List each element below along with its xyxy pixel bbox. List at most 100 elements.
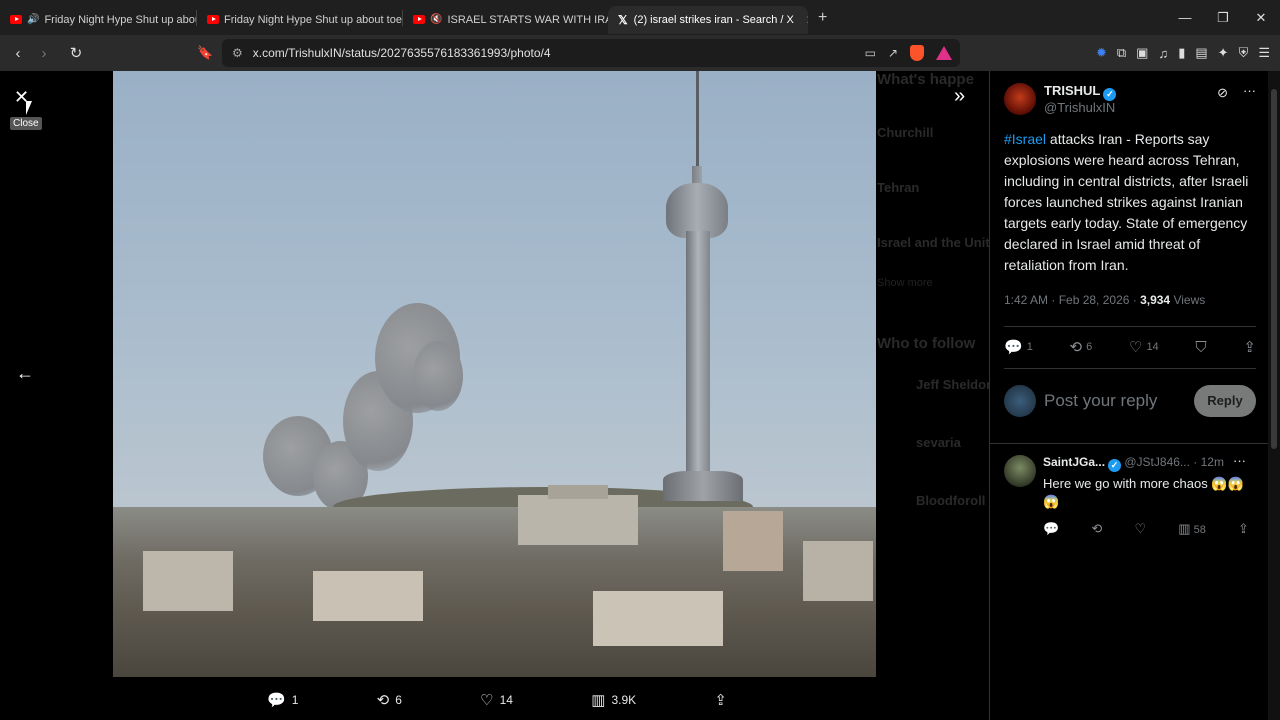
divider: [1004, 368, 1256, 369]
extension-gear-icon[interactable]: ✹: [1096, 45, 1107, 61]
tab-2[interactable]: Friday Night Hype Shut up about toe: [197, 6, 402, 34]
previous-photo-icon[interactable]: ←: [16, 363, 34, 384]
reload-icon[interactable]: ↻: [64, 44, 88, 62]
restore-icon[interactable]: ❐: [1204, 10, 1242, 26]
browser-tab-bar: 🔊 Friday Night Hype Shut up about Friday…: [0, 0, 1280, 35]
author-handle[interactable]: @TrishulxIN: [1044, 100, 1115, 115]
tab-close-icon[interactable]: ✕: [806, 13, 808, 27]
tweet-meta: 1:42 AM · Feb 28, 2026 · 3,934 Views: [1004, 293, 1205, 307]
tweet-timestamp[interactable]: 1:42 AM · Feb 28, 2026 ·: [1004, 293, 1140, 307]
building: [803, 541, 873, 601]
tab-4-active[interactable]: 𝕏 (2) israel strikes iran - Search / X ✕: [608, 5, 808, 34]
smoke-plume: [413, 341, 463, 411]
youtube-icon: [207, 15, 219, 24]
author-name[interactable]: TRISHUL ✓: [1044, 83, 1117, 101]
extension-icons: ✹ ⧉ ▣ ♫ ▮ ▤ ✦ ⛨ ☰: [1096, 35, 1270, 71]
brave-rewards-icon[interactable]: [936, 46, 952, 60]
cast-icon[interactable]: ▭: [865, 46, 876, 60]
reply-tweet[interactable]: SaintJGa... ✓ @JStJ846... · 12m ··· Here …: [1004, 453, 1266, 543]
tab-3[interactable]: 🔇 ISRAEL STARTS WAR WITH IRAN,: [403, 6, 608, 34]
more-options-icon[interactable]: ···: [1233, 453, 1246, 468]
tweet-photo[interactable]: [113, 71, 876, 677]
window-close-icon[interactable]: ✕: [1242, 10, 1280, 26]
follow-suggestion: Jeff Sheldon: [916, 377, 995, 392]
like-button[interactable]: ♡ 14: [1129, 338, 1159, 356]
speaker-icon[interactable]: 🔊: [27, 14, 39, 25]
reply-count: 1: [1026, 341, 1033, 353]
grok-icon[interactable]: ⊘: [1217, 85, 1228, 101]
sidebar-panel-icon[interactable]: ▣: [1136, 45, 1148, 61]
collapse-panel-icon[interactable]: »: [954, 85, 965, 108]
building: [143, 551, 233, 611]
reply-views[interactable]: ▥ 58: [1178, 521, 1206, 537]
youtube-icon: [413, 15, 425, 24]
leo-ai-icon[interactable]: ✦: [1218, 45, 1229, 61]
wallet-icon[interactable]: ▤: [1195, 45, 1207, 61]
reply-icon[interactable]: 💬: [1043, 521, 1059, 537]
avatar[interactable]: [1004, 83, 1036, 115]
more-options-icon[interactable]: ···: [1243, 83, 1256, 98]
who-to-follow-heading: Who to follow: [877, 335, 976, 352]
building: [313, 571, 423, 621]
reply-view-count: 58: [1193, 524, 1206, 536]
repost-icon[interactable]: ⟲: [1091, 521, 1102, 537]
reply-author[interactable]: SaintJGa... ✓ @JStJ846... · 12m: [1043, 455, 1224, 472]
hashtag-link[interactable]: #Israel: [1004, 131, 1046, 147]
site-settings-icon[interactable]: ⚙: [232, 46, 243, 60]
like-count: 14: [1146, 341, 1159, 353]
forward-icon[interactable]: ›: [32, 45, 56, 62]
avatar[interactable]: [1004, 455, 1036, 487]
url-text: x.com/TrishulxIN/status/2027635576183361…: [252, 46, 551, 60]
repost-button[interactable]: ⟲ 6: [1070, 338, 1093, 356]
bookmark-button[interactable]: ⛉: [1195, 339, 1206, 356]
extensions-puzzle-icon[interactable]: ⧉: [1117, 45, 1126, 61]
bookmark-icon[interactable]: 🔖: [197, 45, 213, 61]
reply-composer: Post your reply Reply: [1004, 383, 1256, 423]
tower-pod: [666, 183, 728, 238]
music-icon[interactable]: ♫: [1158, 46, 1168, 61]
photo-like-button[interactable]: ♡ 14: [480, 691, 513, 709]
reply-submit-button[interactable]: Reply: [1194, 385, 1256, 417]
repost-icon: ⟲: [376, 692, 390, 709]
address-bar[interactable]: ⚙ x.com/TrishulxIN/status/20276355761833…: [222, 39, 960, 67]
reply-input[interactable]: Post your reply: [1044, 391, 1157, 411]
divider: [990, 443, 1269, 444]
share-button[interactable]: ⇪: [1243, 338, 1256, 356]
minimize-icon[interactable]: —: [1166, 10, 1204, 25]
menu-icon[interactable]: ☰: [1258, 45, 1270, 61]
heart-icon: ♡: [480, 692, 494, 709]
tweet-actions: 💬 1 ⟲ 6 ♡ 14 ⛉ ⇪: [1004, 335, 1256, 359]
repost-icon: ⟲: [1069, 339, 1083, 356]
tweet-text: #Israel attacks Iran - Reports say explo…: [1004, 129, 1262, 276]
vpn-icon[interactable]: ⛨: [1239, 45, 1249, 61]
views-icon: ▥: [1178, 521, 1191, 536]
photo-reply-button[interactable]: 💬 1: [267, 691, 298, 709]
page-viewport: What's happe Churchill Tehran Israel and…: [0, 71, 1280, 720]
back-icon[interactable]: ‹: [6, 45, 30, 62]
share-icon[interactable]: ⇪: [1238, 521, 1249, 537]
trend-item: Israel and the Unit: [877, 235, 990, 250]
reply-button[interactable]: 💬 1: [1004, 338, 1033, 356]
share-icon[interactable]: ↗: [888, 46, 898, 60]
photo-views-button[interactable]: ▥ 3.9K: [591, 691, 636, 709]
youtube-icon: [10, 15, 22, 24]
tweet-body: attacks Iran - Reports say explosions we…: [1004, 131, 1249, 273]
photo-repost-button[interactable]: ⟲ 6: [377, 691, 402, 709]
scrollbar[interactable]: [1268, 71, 1280, 720]
scrollbar-thumb[interactable]: [1271, 89, 1277, 449]
photo-share-button[interactable]: ⇪: [714, 691, 727, 709]
tab-1[interactable]: 🔊 Friday Night Hype Shut up about: [0, 6, 196, 34]
brave-shields-icon[interactable]: [910, 45, 924, 61]
views-icon: ▥: [591, 692, 606, 709]
new-tab-icon[interactable]: +: [818, 9, 827, 27]
reply-icon: 💬: [1004, 339, 1023, 356]
tower-mast: [696, 71, 699, 166]
tower-base: [663, 471, 743, 501]
heart-icon[interactable]: ♡: [1134, 521, 1146, 537]
reply-count: 1: [291, 693, 299, 707]
follow-suggestion: Bloodforoll: [916, 493, 986, 508]
heart-icon: ♡: [1128, 339, 1143, 356]
sidebar-icon[interactable]: ▮: [1178, 45, 1185, 61]
like-count: 14: [499, 693, 513, 707]
muted-icon[interactable]: 🔇: [430, 14, 442, 25]
